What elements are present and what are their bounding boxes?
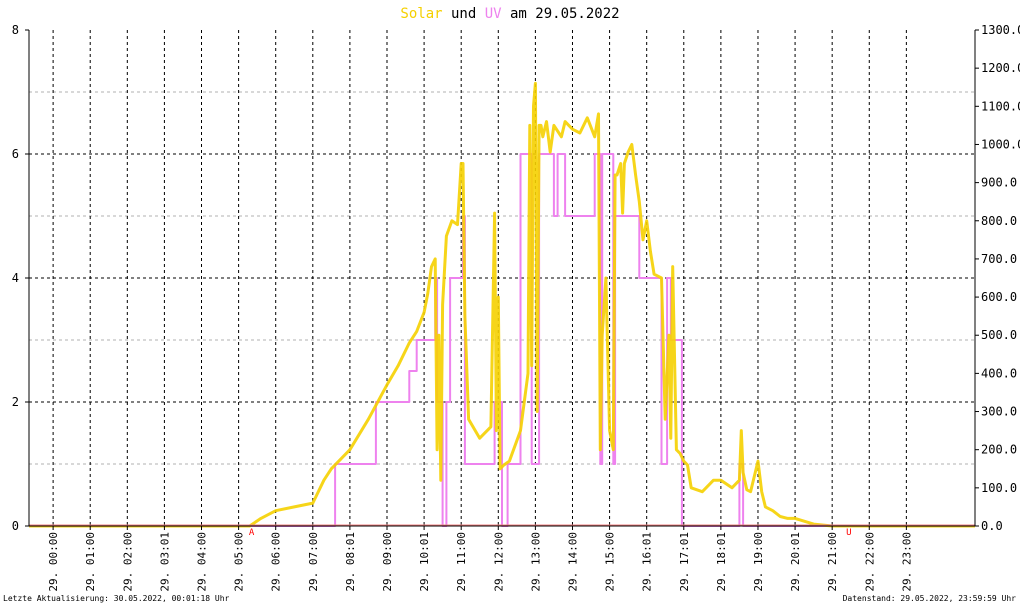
chart-title-part-1: und	[443, 6, 485, 22]
right-tick-label: 700.0	[981, 252, 1017, 266]
x-tick-label: 29. 12:00	[492, 532, 505, 592]
x-tick-label: 29. 01:00	[84, 532, 97, 592]
left-tick-label: 2	[12, 395, 19, 409]
x-tick-label: 29. 14:00	[566, 532, 579, 592]
x-tick-label: 29. 02:00	[121, 532, 134, 592]
x-tick-label: 29. 11:00	[455, 532, 468, 592]
solar-uv-chart: Solar und UV am 29.05.2022 0 2 4 6 8 0.0 100.0…	[0, 0, 1020, 606]
right-tick-label: 600.0	[981, 290, 1017, 304]
x-tick-label: 29. 09:00	[381, 532, 394, 592]
x-tick-label: 29. 13:00	[529, 532, 542, 592]
footer-data-status: Datenstand: 29.05.2022, 23:59:59 Uhr	[843, 594, 1017, 603]
chart-title-part-2: UV	[485, 6, 502, 22]
right-tick-label: 1300.0	[981, 23, 1020, 37]
x-tick-label: 29. 21:00	[826, 532, 839, 592]
footer-last-update: Letzte Aktualisierung: 30.05.2022, 00:01…	[3, 594, 230, 603]
right-tick-label: 200.0	[981, 443, 1017, 457]
left-tick-label: 8	[12, 23, 19, 37]
chart-background	[0, 0, 1020, 606]
x-tick-label: 29. 00:00	[47, 532, 60, 592]
chart-title-part-3: am 29.05.2022	[502, 6, 620, 22]
marker-label-u: U	[846, 528, 851, 538]
right-tick-label: 100.0	[981, 481, 1017, 495]
x-tick-label: 29. 22:00	[863, 532, 876, 592]
x-tick-label: 29. 10:01	[418, 532, 431, 592]
x-tick-label: 29. 07:00	[307, 532, 320, 592]
x-tick-label: 29. 03:01	[158, 532, 171, 592]
right-tick-label: 400.0	[981, 366, 1017, 380]
right-tick-label: 0.0	[981, 519, 1003, 533]
right-tick-label: 1200.0	[981, 61, 1020, 75]
marker-label-a: A	[249, 528, 255, 538]
x-tick-label: 29. 05:00	[233, 532, 246, 592]
x-tick-label: 29. 04:00	[196, 532, 209, 592]
left-tick-label: 6	[12, 147, 19, 161]
x-tick-label: 29. 16:01	[641, 532, 654, 592]
right-tick-label: 1000.0	[981, 137, 1020, 151]
right-tick-label: 800.0	[981, 214, 1017, 228]
x-tick-label: 29. 15:00	[604, 532, 617, 592]
x-tick-label: 29. 08:01	[344, 532, 357, 592]
chart-title-part-0: Solar	[400, 6, 442, 22]
x-tick-label: 29. 17:01	[678, 532, 691, 592]
x-tick-label: 29. 06:00	[270, 532, 283, 592]
left-tick-label: 0	[12, 519, 19, 533]
x-tick-label: 29. 23:00	[900, 532, 913, 592]
chart-window: Solar und UV am 29.05.2022 0 2 4 6 8 0.0 100.0…	[0, 0, 1020, 606]
right-tick-label: 300.0	[981, 405, 1017, 419]
x-tick-label: 29. 19:00	[752, 532, 765, 592]
right-tick-label: 900.0	[981, 176, 1017, 190]
right-tick-label: 1100.0	[981, 99, 1020, 113]
x-tick-label: 29. 20:01	[789, 532, 802, 592]
x-tick-label: 29. 18:01	[715, 532, 728, 592]
right-tick-label: 500.0	[981, 328, 1017, 342]
left-tick-label: 4	[12, 271, 19, 285]
chart-title: Solar und UV am 29.05.2022	[400, 6, 619, 22]
